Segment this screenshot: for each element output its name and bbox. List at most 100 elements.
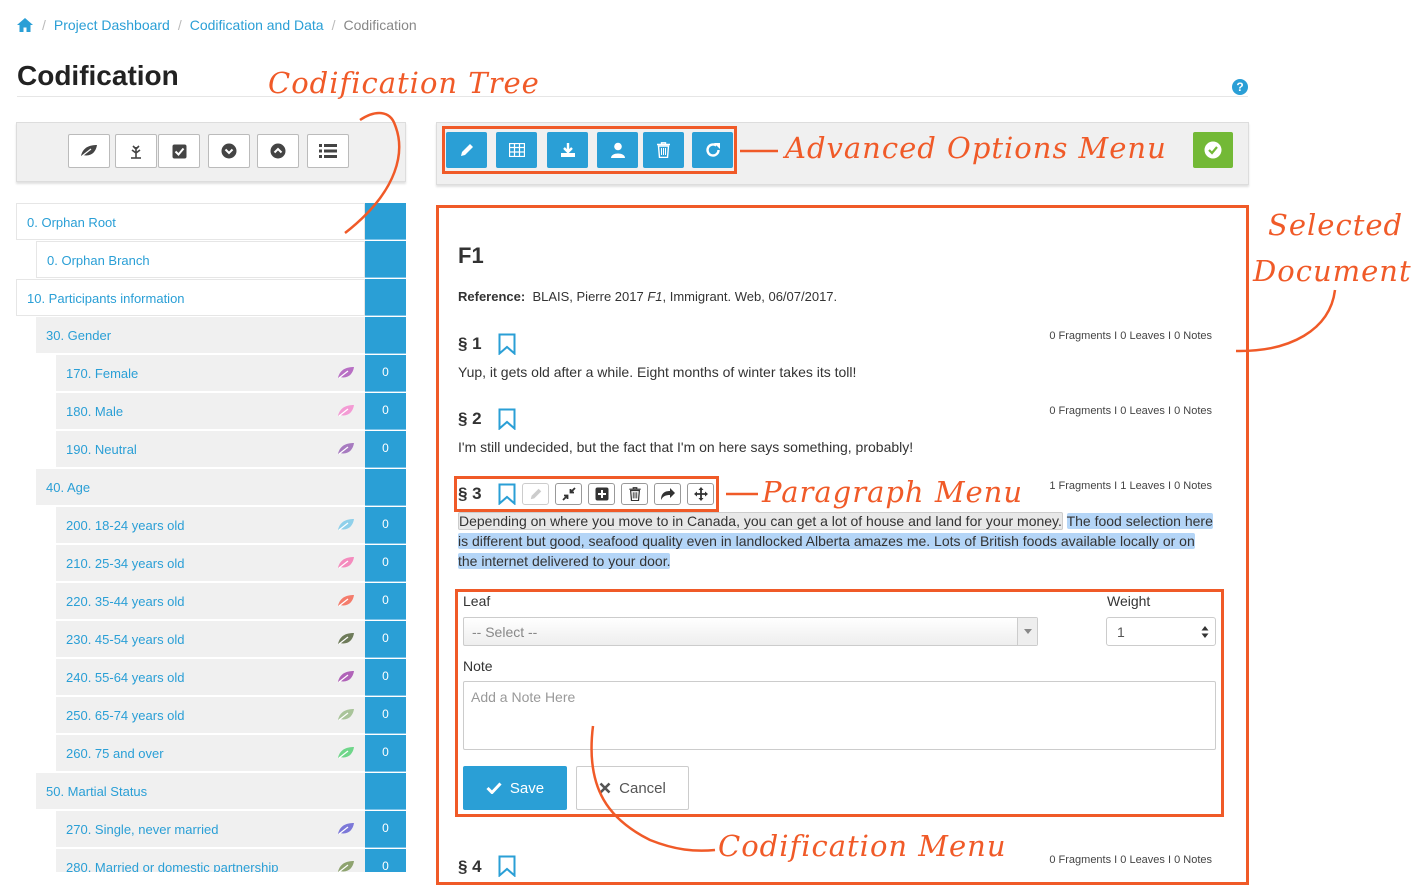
tree-leaf[interactable]: 260. 75 and over bbox=[56, 735, 365, 772]
breadcrumb: / Project Dashboard / Codification and D… bbox=[16, 17, 417, 33]
tree-toolbar bbox=[16, 122, 406, 182]
tree-leaf-label[interactable]: 200. 18-24 years old bbox=[66, 518, 185, 533]
tree-node[interactable]: 10. Participants information bbox=[16, 279, 365, 316]
tree-leaf-count: 0 bbox=[365, 431, 406, 468]
tree-leaf[interactable]: 270. Single, never married bbox=[56, 811, 365, 848]
tree-node-count bbox=[365, 773, 406, 810]
tree-leaf-label[interactable]: 280. Married or domestic partnership bbox=[66, 860, 278, 872]
tree-leaf[interactable]: 200. 18-24 years old bbox=[56, 507, 365, 544]
leaf-icon bbox=[338, 747, 354, 759]
sprout-icon bbox=[131, 145, 141, 159]
breadcrumb-current: Codification bbox=[343, 17, 417, 33]
tree-leaf-label[interactable]: 190. Neutral bbox=[66, 442, 137, 457]
breadcrumb-separator: / bbox=[177, 17, 182, 33]
tree-leaf-count: 0 bbox=[365, 659, 406, 696]
tree-node-label[interactable]: 50. Martial Status bbox=[46, 784, 147, 799]
tree-leaf-label[interactable]: 250. 65-74 years old bbox=[66, 708, 185, 723]
tree-leaf-label[interactable]: 230. 45-54 years old bbox=[66, 632, 185, 647]
tree-leaf-count: 0 bbox=[365, 811, 406, 848]
tree-leaf[interactable]: 170. Female bbox=[56, 355, 365, 392]
leaf-icon bbox=[338, 633, 354, 645]
tree-node-count bbox=[365, 317, 406, 354]
breadcrumb-codification-and-data[interactable]: Codification and Data bbox=[190, 17, 324, 33]
tree-leaf[interactable]: 230. 45-54 years old bbox=[56, 621, 365, 658]
tree-leaf-label[interactable]: 240. 55-64 years old bbox=[66, 670, 185, 685]
tree-leaf[interactable]: 240. 55-64 years old bbox=[56, 659, 365, 696]
codification-tree: 0. Orphan Root 0. Orphan Branch 10. Part… bbox=[16, 203, 406, 872]
leaf-icon bbox=[338, 443, 354, 455]
tree-leaf-label[interactable]: 170. Female bbox=[66, 366, 138, 381]
annotation-paragraph-menu: Paragraph Menu bbox=[762, 475, 1024, 509]
check-circle-icon bbox=[1204, 141, 1222, 159]
tree-leaf-count: 0 bbox=[365, 697, 406, 734]
tree-leaf[interactable]: 250. 65-74 years old bbox=[56, 697, 365, 734]
tree-node-label[interactable]: 0. Orphan Branch bbox=[47, 253, 150, 268]
select-all-button[interactable] bbox=[158, 134, 200, 168]
leaf-icon bbox=[338, 557, 354, 569]
leaf-icon bbox=[338, 367, 354, 379]
collapse-leaves-button[interactable] bbox=[68, 134, 110, 168]
breadcrumb-separator: / bbox=[331, 17, 336, 33]
annotation-advanced-options: Advanced Options Menu bbox=[785, 131, 1167, 165]
leaf-icon bbox=[338, 709, 354, 721]
leaf-icon bbox=[338, 823, 354, 835]
tree-node[interactable]: 0. Orphan Branch bbox=[36, 241, 365, 278]
tree-leaf-label[interactable]: 220. 35-44 years old bbox=[66, 594, 185, 609]
tree-leaf-count: 0 bbox=[365, 735, 406, 772]
tree-node-label[interactable]: 30. Gender bbox=[46, 328, 111, 343]
tree-leaf[interactable]: 280. Married or domestic partnership bbox=[56, 849, 365, 872]
leaf-icon bbox=[338, 671, 354, 683]
chevron-up-icon bbox=[270, 143, 286, 159]
tree-leaf-count: 0 bbox=[365, 621, 406, 658]
tree-node-label[interactable]: 40. Age bbox=[46, 480, 90, 495]
tree-leaf[interactable]: 190. Neutral bbox=[56, 431, 365, 468]
tree-node-count bbox=[365, 203, 406, 240]
tree-leaf-label[interactable]: 210. 25-34 years old bbox=[66, 556, 185, 571]
title-divider bbox=[17, 96, 1248, 97]
breadcrumb-separator: / bbox=[42, 17, 46, 33]
list-icon bbox=[319, 144, 337, 158]
tree-leaf-count: 0 bbox=[365, 507, 406, 544]
leaf-icon bbox=[338, 595, 354, 607]
annotation-selected: Selected bbox=[1268, 208, 1404, 242]
tree-leaf-count: 0 bbox=[365, 355, 406, 392]
tree-leaf-count: 0 bbox=[365, 849, 406, 872]
leaf-icon bbox=[81, 145, 97, 157]
leaf-icon bbox=[338, 861, 354, 872]
tree-node-count bbox=[365, 241, 406, 278]
tree-leaf[interactable]: 210. 25-34 years old bbox=[56, 545, 365, 582]
tree-node[interactable]: 30. Gender bbox=[36, 317, 365, 354]
tree-leaf-label[interactable]: 270. Single, never married bbox=[66, 822, 218, 837]
tree-leaf-label[interactable]: 260. 75 and over bbox=[66, 746, 164, 761]
page-title: Codification bbox=[17, 60, 179, 91]
leaf-icon bbox=[338, 405, 354, 417]
help-icon[interactable]: ? bbox=[1232, 79, 1248, 95]
annotation-codification-menu: Codification Menu bbox=[718, 829, 1007, 863]
expand-all-button[interactable] bbox=[208, 134, 250, 168]
tree-node-count bbox=[365, 469, 406, 506]
tree-leaf[interactable]: 220. 35-44 years old bbox=[56, 583, 365, 620]
tree-node[interactable]: 0. Orphan Root bbox=[16, 203, 365, 240]
tree-leaf-label[interactable]: 180. Male bbox=[66, 404, 123, 419]
collapse-all-button[interactable] bbox=[257, 134, 299, 168]
leaf-icon bbox=[338, 519, 354, 531]
home-icon[interactable] bbox=[16, 17, 34, 33]
list-view-button[interactable] bbox=[307, 134, 349, 168]
chevron-down-icon bbox=[221, 143, 237, 159]
codification-menu-highlight bbox=[455, 589, 1224, 817]
paragraph-menu-highlight bbox=[454, 476, 719, 512]
annotation-document: Document bbox=[1253, 254, 1412, 288]
annotation-codification-tree: Codification Tree bbox=[268, 66, 540, 100]
tree-node-count bbox=[365, 279, 406, 316]
breadcrumb-project-dashboard[interactable]: Project Dashboard bbox=[54, 17, 170, 33]
tree-node-label[interactable]: 0. Orphan Root bbox=[27, 215, 116, 230]
tree-node[interactable]: 50. Martial Status bbox=[36, 773, 365, 810]
tree-leaf-count: 0 bbox=[365, 583, 406, 620]
tree-leaf-count: 0 bbox=[365, 393, 406, 430]
tree-node-label[interactable]: 10. Participants information bbox=[27, 291, 185, 306]
advanced-options-highlight bbox=[442, 126, 737, 174]
validate-button[interactable] bbox=[1193, 132, 1233, 168]
expand-branches-button[interactable] bbox=[115, 134, 157, 168]
tree-node[interactable]: 40. Age bbox=[36, 469, 365, 506]
tree-leaf[interactable]: 180. Male bbox=[56, 393, 365, 430]
